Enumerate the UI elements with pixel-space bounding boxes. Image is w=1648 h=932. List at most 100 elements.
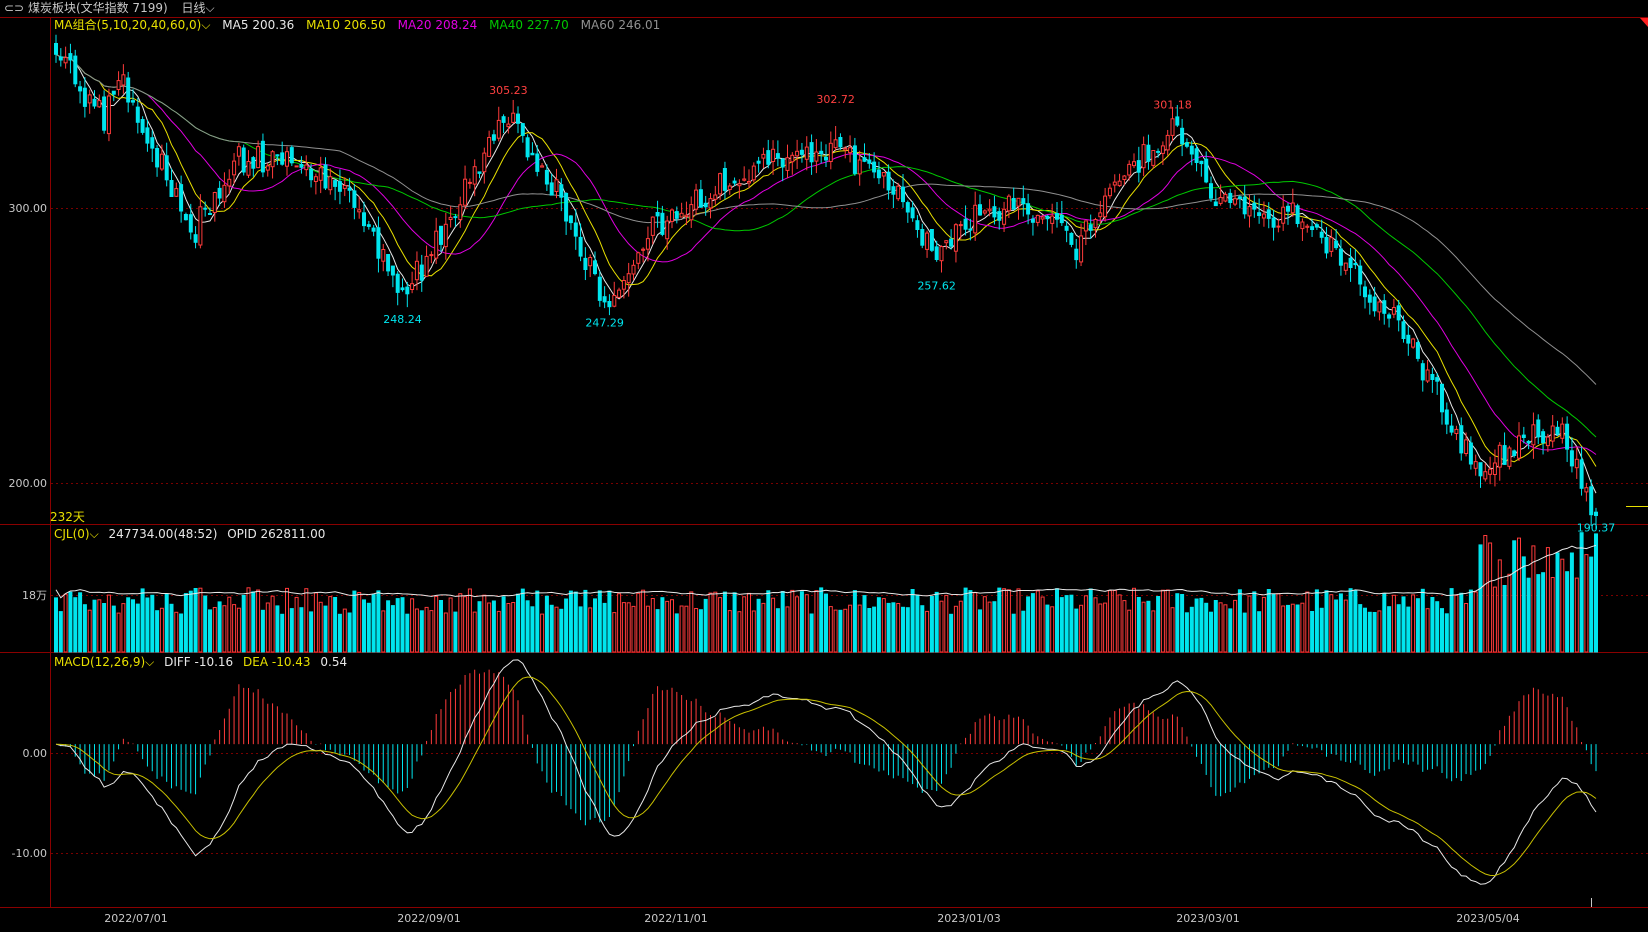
candle-body [978, 204, 982, 216]
candle-body [111, 90, 116, 95]
candle-body [1545, 436, 1550, 447]
candle [568, 215, 573, 230]
candle [1209, 176, 1213, 202]
candle-body [1035, 214, 1040, 223]
volume-bar [737, 611, 742, 653]
volume-bar [1040, 596, 1045, 653]
candle-body [929, 229, 934, 251]
candle [617, 287, 622, 299]
volume-indicator-selector[interactable]: CJL(0)⌵ [54, 527, 99, 541]
volume-bar [597, 590, 602, 653]
volume-bar [183, 593, 188, 653]
candle [1079, 223, 1084, 267]
volume-bar [188, 590, 193, 653]
candle [400, 278, 405, 292]
candle [1430, 367, 1435, 393]
volume-bar [1541, 572, 1546, 653]
candle-body [838, 137, 843, 148]
volume-bar [140, 588, 145, 653]
candle [1483, 463, 1488, 482]
volume-bar [833, 609, 838, 653]
macd-indicator-selector[interactable]: MACD(12,26,9)⌵ [54, 655, 154, 669]
candle-body [1050, 215, 1055, 224]
volume-bar [516, 593, 520, 653]
candle-body [1363, 286, 1367, 298]
candle [1396, 299, 1401, 332]
high-price-label: 301.18 [1153, 99, 1192, 112]
candle-body [549, 182, 554, 196]
kline-chart[interactable]: 300.00 200.00 18万 0.00 -10.00 2022/07/01… [0, 0, 1648, 932]
candle [1343, 262, 1348, 275]
candle-body [795, 150, 800, 157]
candle-body [82, 87, 87, 107]
y-tick-300: 300.00 [9, 202, 48, 215]
candle [1454, 425, 1459, 441]
candle [1541, 428, 1546, 455]
link-icon[interactable]: ⊂⊃ [4, 1, 24, 15]
volume-bar [1117, 594, 1122, 653]
volume-bar [1300, 602, 1305, 653]
candle [1021, 185, 1026, 217]
low-price-label: 257.62 [917, 279, 956, 292]
candle-body [270, 151, 275, 168]
volume-bar [414, 608, 419, 653]
volume-bar [905, 607, 910, 653]
candle-body [1045, 215, 1050, 220]
volume-bar [1367, 611, 1372, 653]
ma5-legend: MA5 200.36 [222, 18, 294, 32]
candle [549, 173, 554, 196]
volume-bar [482, 594, 487, 653]
candle [747, 169, 751, 189]
candle-body [1107, 187, 1112, 197]
candle-body [1372, 296, 1377, 312]
candle-body [1026, 203, 1031, 215]
candle-body [1030, 218, 1035, 223]
candle [434, 217, 439, 264]
ma-indicator-selector[interactable]: MA组合(5,10,20,40,60,0)⌵ [54, 18, 210, 32]
candle-body [1103, 195, 1108, 218]
candle-body [280, 152, 285, 165]
ma20-line [55, 53, 1597, 455]
candle [997, 207, 1002, 230]
candle-body [299, 164, 304, 168]
volume-bar [660, 597, 665, 653]
volume-bar [1184, 612, 1189, 653]
x-axis-label: 2022/07/01 [104, 912, 167, 925]
volume-bar [1093, 597, 1098, 653]
candle-body [1420, 363, 1425, 381]
volume-bar [1396, 604, 1401, 653]
volume-bar [342, 608, 347, 653]
volume-bar [1391, 594, 1396, 653]
candle [891, 179, 896, 209]
candle-body [843, 148, 848, 151]
candle-body [761, 153, 766, 159]
candle [751, 162, 756, 183]
candle-body [1353, 263, 1358, 266]
candle-body [405, 286, 410, 295]
candle [689, 196, 694, 228]
candle [376, 216, 381, 273]
volume-bar [1189, 606, 1194, 653]
window-title: 煤炭板块(文华指数 7199) [27, 1, 168, 15]
period-selector[interactable]: 日线⌵ [181, 1, 214, 15]
candle-body [1180, 127, 1185, 145]
volume-bar [1271, 593, 1276, 653]
candle [212, 191, 217, 222]
high-price-label: 302.72 [816, 93, 855, 106]
candle [809, 134, 814, 175]
candle [395, 271, 400, 306]
candle-body [1507, 447, 1512, 467]
candle [410, 271, 415, 294]
candle [328, 168, 333, 195]
volume-bar [670, 599, 674, 653]
volume-bar [920, 605, 925, 653]
candle [1444, 402, 1449, 435]
volume-bar [439, 600, 443, 653]
candle-body [1252, 202, 1257, 210]
volume-bar [1512, 540, 1517, 653]
candle-body [1295, 205, 1300, 225]
candle [775, 140, 780, 167]
candle-body [1440, 383, 1444, 413]
candle-body [1194, 148, 1199, 164]
volume-bar [843, 608, 848, 653]
